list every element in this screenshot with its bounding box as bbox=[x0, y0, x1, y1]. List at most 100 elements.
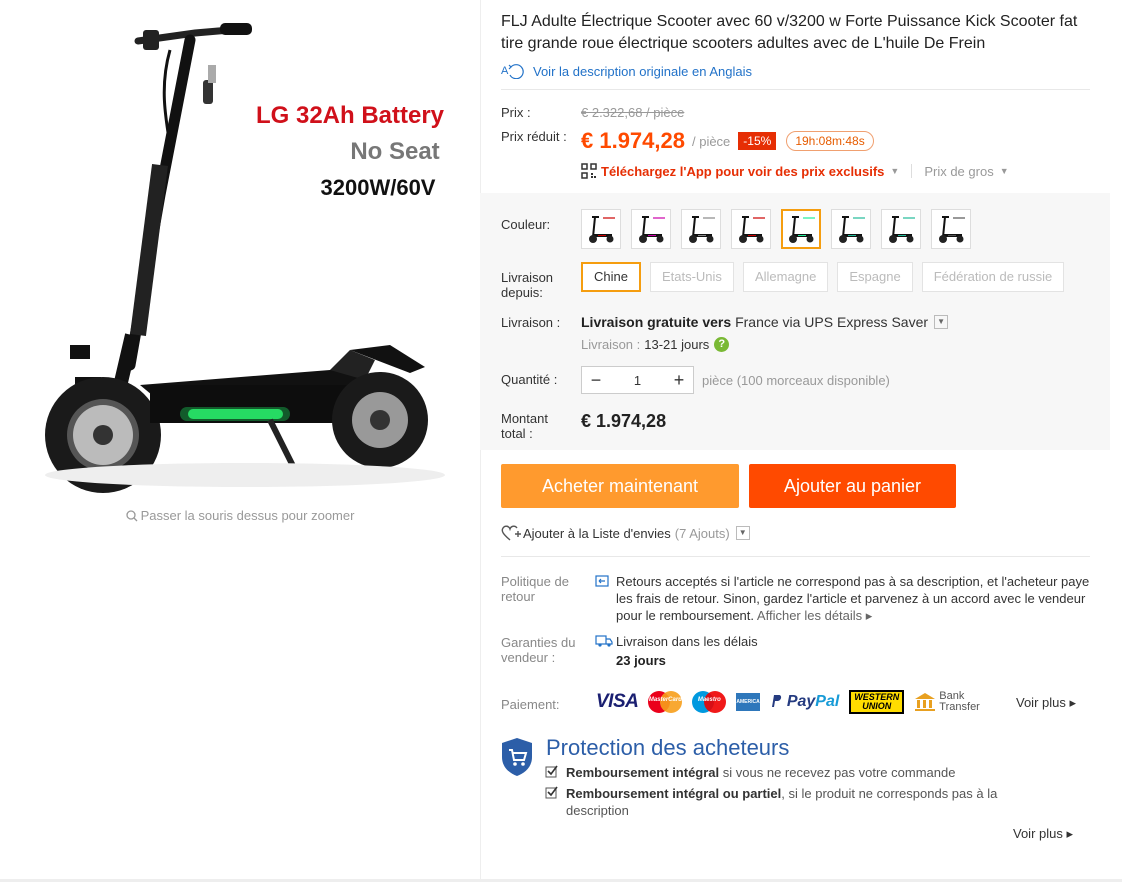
wishlist-link[interactable]: Ajouter à la Liste d'envies (7 Ajouts) ▼ bbox=[501, 524, 750, 542]
price-unit: / pièce bbox=[691, 133, 731, 149]
buy-now-button[interactable]: Acheter maintenant bbox=[501, 464, 739, 508]
shipping-method[interactable]: Livraison gratuite vers France via UPS E… bbox=[581, 314, 949, 330]
mastercard-logo: MasterCard bbox=[648, 691, 683, 713]
quantity-stepper: − 1 + bbox=[581, 366, 694, 394]
payment-methods: VISA MasterCard Maestro AMERICAN EXPRESS… bbox=[596, 690, 990, 723]
svg-text:A: A bbox=[501, 65, 509, 77]
maestro-logo: Maestro bbox=[692, 691, 727, 713]
bulk-price-link[interactable]: Prix de gros bbox=[924, 164, 993, 179]
decrease-quantity-button[interactable]: − bbox=[582, 367, 610, 393]
checkbox-checked-icon bbox=[545, 786, 558, 799]
translate-link-text: Voir la description originale en Anglais bbox=[533, 63, 752, 79]
protection-item1-text: si vous ne recevez pas votre commande bbox=[722, 765, 956, 780]
payment-label: Paiement: bbox=[501, 697, 560, 712]
image-text-battery: LG 32Ah Battery bbox=[256, 102, 445, 129]
protection-item2-bold: Remboursement intégral ou partiel bbox=[566, 786, 782, 801]
color-swatch[interactable] bbox=[731, 209, 771, 249]
image-text-seat: No Seat bbox=[350, 138, 439, 165]
protection-see-more-text: Voir plus bbox=[1013, 826, 1063, 841]
color-swatch[interactable] bbox=[781, 209, 821, 249]
help-icon[interactable]: ? bbox=[714, 337, 730, 352]
protection-item: Remboursement intégral si vous ne receve… bbox=[545, 764, 1036, 781]
color-swatch[interactable] bbox=[931, 209, 971, 249]
color-swatches bbox=[581, 209, 981, 249]
reduced-price-label: Prix réduit : bbox=[501, 129, 567, 144]
return-policy-label: Politique de retour bbox=[501, 574, 569, 604]
product-gallery: LG 32Ah Battery No Seat 3200W/60V Passer… bbox=[0, 0, 480, 882]
stock-note: pièce (100 morceaux disponible) bbox=[702, 373, 890, 388]
bank-transfer-logo: Bank Transfer bbox=[914, 691, 980, 713]
reduced-price: € 1.974,28 bbox=[581, 128, 685, 153]
visa-logo: VISA bbox=[596, 691, 639, 712]
price-row: € 1.974,28 / pièce -15% 19h:08m:48s bbox=[581, 128, 874, 154]
wishlist-count: (7 Ajouts) bbox=[674, 525, 730, 541]
shipping-carrier: France via UPS Express Saver bbox=[735, 314, 929, 330]
chevron-down-icon[interactable]: ▼ bbox=[934, 315, 949, 329]
app-promo-row: Téléchargez l'App pour voir des prix exc… bbox=[581, 163, 1009, 179]
qr-code-icon bbox=[581, 163, 597, 179]
buyer-protection-title: Protection des acheteurs bbox=[546, 735, 790, 760]
protection-item1-bold: Remboursement intégral bbox=[566, 765, 720, 780]
zoom-hint: Passer la souris dessus pour zoomer bbox=[0, 508, 480, 523]
return-icon bbox=[595, 575, 609, 587]
guarantee-text: Livraison dans les délais bbox=[616, 634, 758, 649]
shipping-label: Livraison : bbox=[501, 315, 561, 330]
chevron-down-icon[interactable]: ▼ bbox=[735, 526, 750, 540]
paypal-logo: PayPal bbox=[770, 693, 839, 711]
magnifier-icon bbox=[125, 510, 138, 522]
ship-from-label: Livraison depuis: bbox=[501, 270, 554, 300]
total-label: Montant total : bbox=[501, 411, 548, 441]
ship-from-option[interactable]: Fédération de russie bbox=[921, 262, 1065, 292]
color-label: Couleur: bbox=[501, 217, 551, 232]
truck-icon bbox=[595, 635, 613, 647]
add-to-cart-button[interactable]: Ajouter au panier bbox=[749, 464, 956, 508]
guarantee-days: 23 jours bbox=[616, 653, 666, 668]
ship-from-option[interactable]: Allemagne bbox=[742, 262, 829, 292]
ship-from-option[interactable]: Espagne bbox=[837, 262, 913, 292]
color-swatch[interactable] bbox=[881, 209, 921, 249]
app-download-link[interactable]: Téléchargez l'App pour voir des prix exc… bbox=[601, 164, 884, 179]
color-swatch[interactable] bbox=[831, 209, 871, 249]
quantity-input[interactable]: 1 bbox=[610, 373, 665, 388]
zoom-hint-text: Passer la souris dessus pour zoomer bbox=[140, 508, 355, 523]
translate-link[interactable]: A Voir la description originale en Angla… bbox=[501, 63, 752, 79]
heart-plus-icon bbox=[501, 525, 521, 541]
wishlist-text: Ajouter à la Liste d'envies bbox=[523, 525, 671, 541]
checkbox-checked-icon bbox=[545, 765, 558, 778]
caret-down-icon[interactable]: ▼ bbox=[1000, 166, 1009, 176]
delivery-time: Livraison : 13-21 jours ? bbox=[581, 337, 730, 352]
caret-down-icon[interactable]: ▼ bbox=[890, 166, 899, 176]
amex-logo: AMERICAN EXPRESS bbox=[736, 693, 763, 723]
product-image[interactable]: LG 32Ah Battery No Seat 3200W/60V bbox=[20, 5, 460, 500]
color-swatch[interactable] bbox=[681, 209, 721, 249]
payment-see-more-link[interactable]: Voir plus ▸ bbox=[1016, 695, 1076, 711]
translate-icon: A bbox=[501, 64, 524, 79]
price-label: Prix : bbox=[501, 105, 531, 120]
original-price: € 2.322,68 / pièce bbox=[581, 105, 685, 120]
details-link-text: Afficher les détails bbox=[756, 608, 863, 623]
payment-see-more-text: Voir plus bbox=[1016, 695, 1066, 710]
divider bbox=[501, 556, 1090, 557]
delivery-time-label: Livraison : bbox=[581, 337, 641, 352]
separator bbox=[911, 164, 913, 178]
countdown-timer: 19h:08m:48s bbox=[786, 131, 874, 151]
discount-badge: -15% bbox=[738, 132, 777, 150]
protection-see-more-link[interactable]: Voir plus ▸ bbox=[1013, 826, 1073, 842]
color-swatch[interactable] bbox=[631, 209, 671, 249]
product-title: FLJ Adulte Électrique Scooter avec 60 v/… bbox=[501, 13, 1078, 52]
details-link[interactable]: Afficher les détails ▸ bbox=[757, 608, 872, 623]
quantity-label: Quantité : bbox=[501, 372, 558, 387]
ship-from-option[interactable]: Etats-Unis bbox=[649, 262, 734, 292]
bank-icon bbox=[915, 693, 936, 711]
return-policy-text: Retours acceptés si l'article ne corresp… bbox=[616, 573, 1096, 624]
seller-guarantee-label: Garanties du vendeur : bbox=[501, 635, 576, 665]
ship-from-option[interactable]: Chine bbox=[581, 262, 641, 292]
shield-cart-icon bbox=[502, 738, 532, 776]
increase-quantity-button[interactable]: + bbox=[665, 367, 693, 393]
western-union-logo: WESTERN UNION bbox=[849, 690, 905, 714]
protection-item: Remboursement intégral ou partiel, si le… bbox=[545, 785, 1036, 819]
total-amount: € 1.974,28 bbox=[581, 411, 667, 431]
color-swatch[interactable] bbox=[581, 209, 621, 249]
image-text-power: 3200W/60V bbox=[321, 175, 436, 200]
shipping-free-text: Livraison gratuite vers bbox=[581, 314, 732, 330]
